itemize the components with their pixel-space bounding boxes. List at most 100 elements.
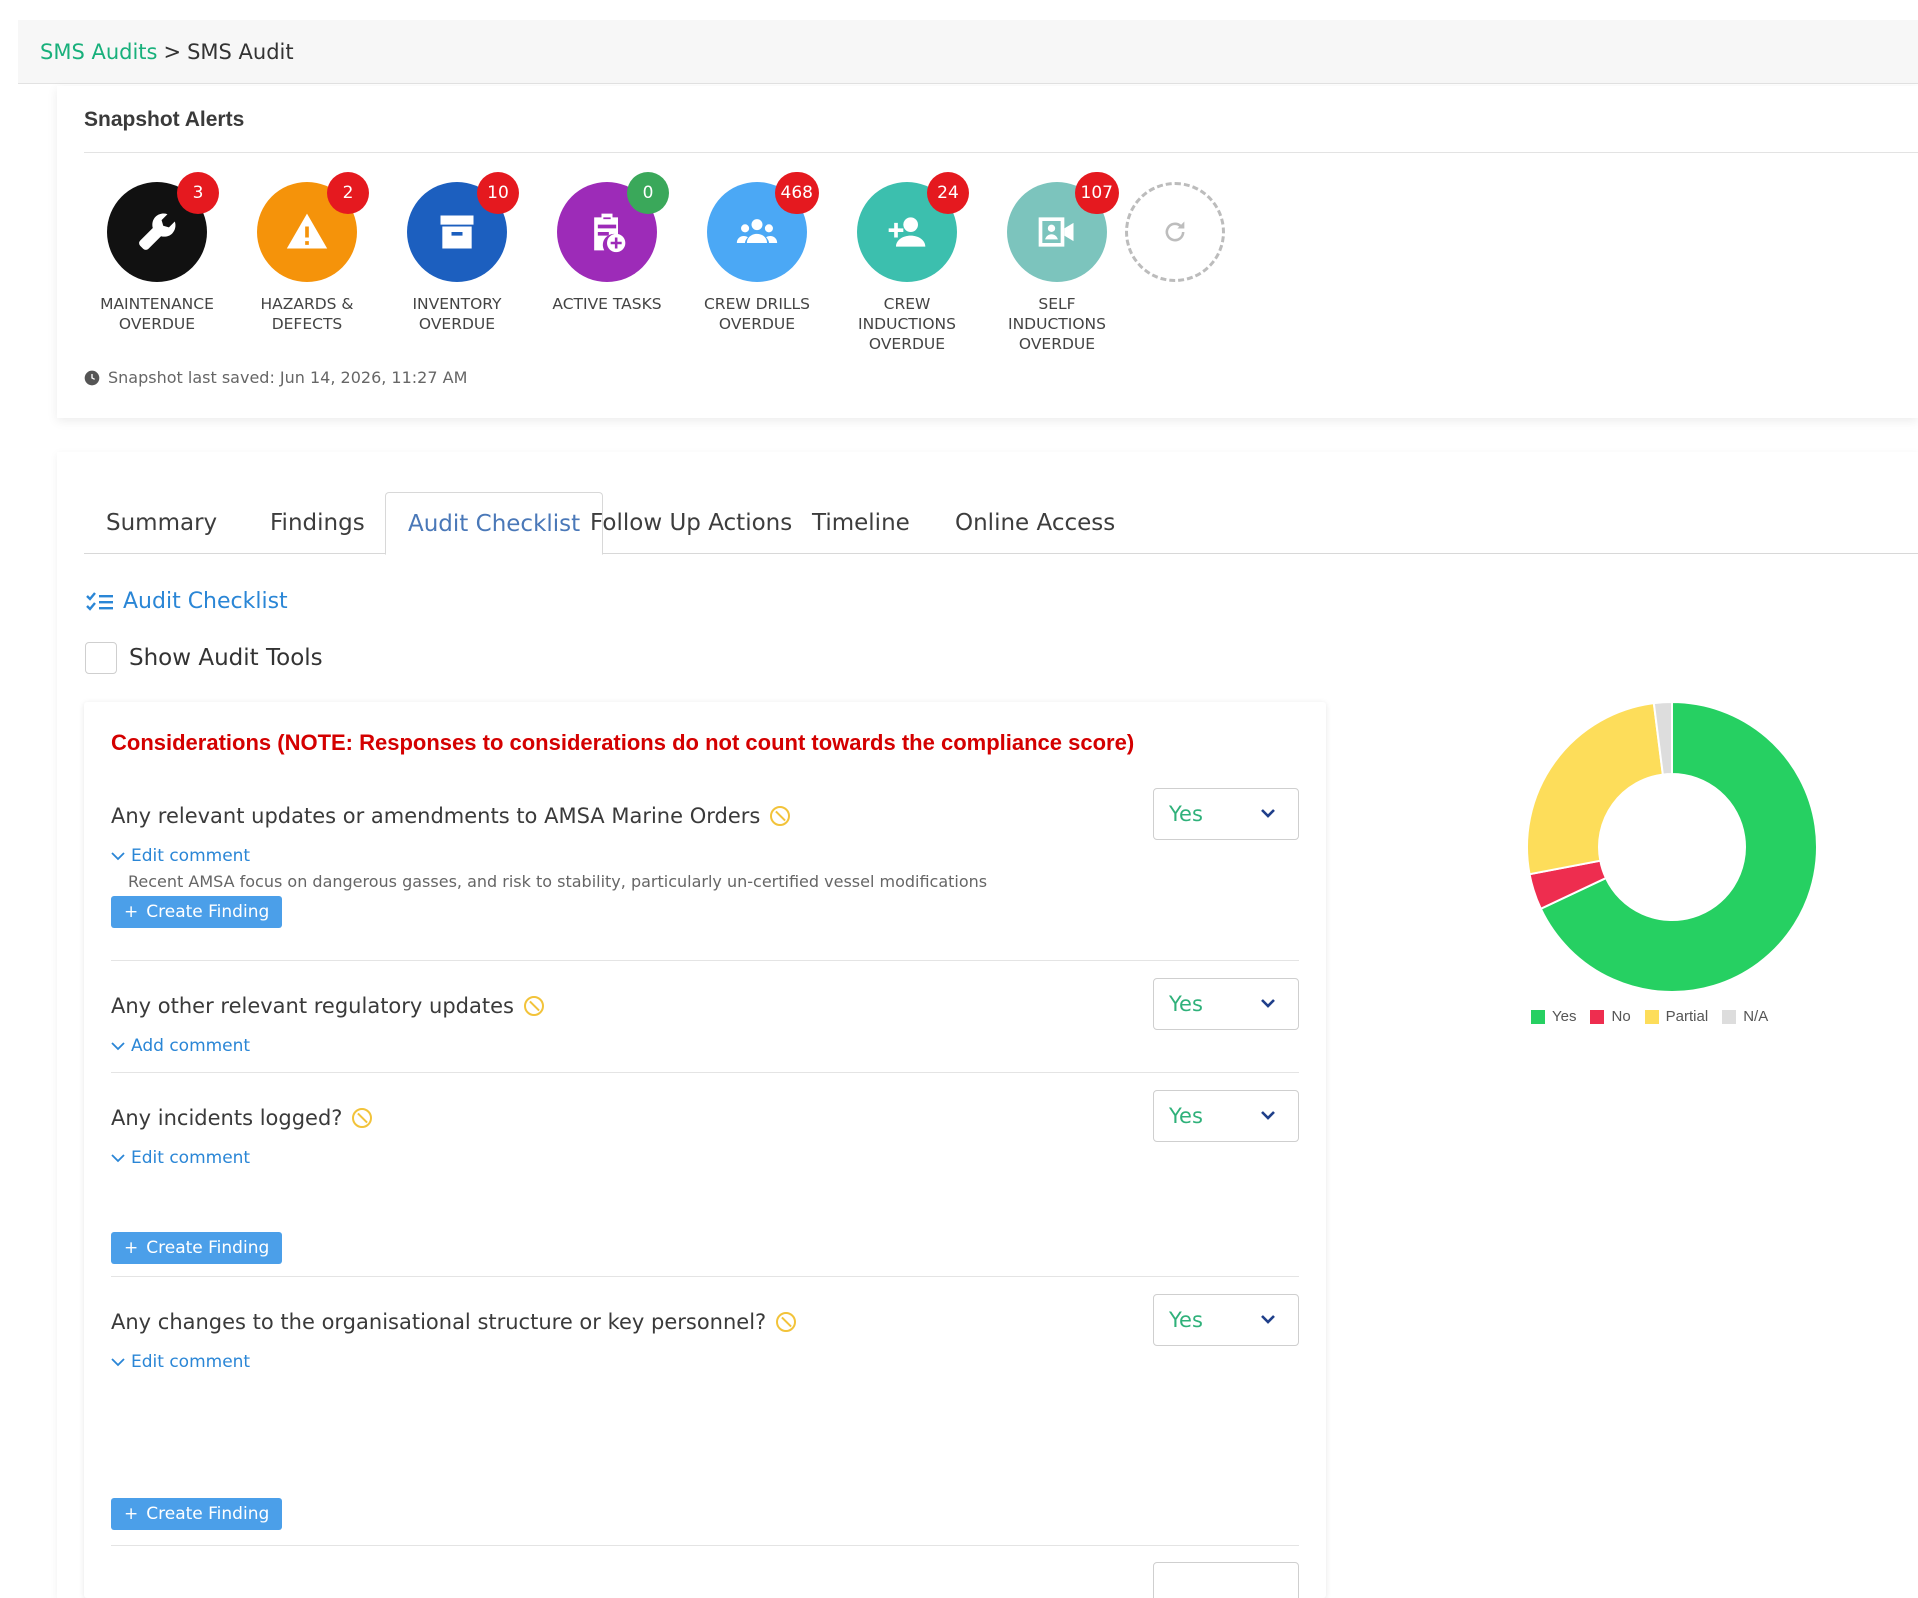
edit-comment-link[interactable]: Edit comment xyxy=(111,1148,250,1168)
alert-circle[interactable]: 468 xyxy=(707,172,819,282)
tab-timeline[interactable]: Timeline xyxy=(790,492,932,554)
item-divider xyxy=(111,1072,1299,1073)
alert-count-badge: 10 xyxy=(477,172,519,214)
alert-circle[interactable]: 24 xyxy=(857,172,969,282)
breadcrumb-link-sms-audits[interactable]: SMS Audits xyxy=(40,40,157,64)
legend-item-partial[interactable]: Partial xyxy=(1644,1008,1709,1025)
tab-findings[interactable]: Findings xyxy=(248,492,387,554)
alert-crew-inductions-overdue[interactable]: 24 CREW INDUCTIONS OVERDUE xyxy=(833,172,981,354)
snapshot-title: Snapshot Alerts xyxy=(84,108,245,131)
donut-slice-partial[interactable] xyxy=(1526,702,1664,876)
alert-label-line: OVERDUE xyxy=(868,335,946,353)
chevron-down-icon xyxy=(1261,1111,1275,1120)
alert-maintenance-overdue[interactable]: 3 MAINTENANCE OVERDUE xyxy=(83,172,231,334)
item-divider xyxy=(111,1276,1299,1277)
alert-label-line: CREW DRILLS xyxy=(703,295,811,313)
alert-label-line: SELF xyxy=(1038,295,1076,313)
create-finding-button[interactable]: + Create Finding xyxy=(111,1498,283,1530)
alert-self-inductions-overdue[interactable]: 107 SELF INDUCTIONS OVERDUE xyxy=(983,172,1131,354)
show-audit-tools[interactable]: Show Audit Tools xyxy=(85,642,323,674)
comment-link-label: Edit comment xyxy=(131,1352,251,1372)
alert-count-badge: 24 xyxy=(927,172,969,214)
legend-swatch xyxy=(1644,1009,1659,1024)
legend-label: Yes xyxy=(1552,1008,1577,1025)
alert-circle[interactable]: 107 xyxy=(1007,172,1119,282)
refresh-snapshot-button[interactable] xyxy=(1125,182,1225,282)
answer-value: Yes xyxy=(1169,992,1203,1016)
alert-inventory-overdue[interactable]: 10 INVENTORY OVERDUE xyxy=(383,172,531,334)
considerations-title: Considerations (NOTE: Responses to consi… xyxy=(111,730,1135,755)
alert-label: ACTIVE TASKS xyxy=(533,294,681,314)
breadcrumb: SMS Audits > SMS Audit xyxy=(18,20,1918,84)
edit-comment-link[interactable]: Edit comment xyxy=(111,846,250,866)
question: Any incidents logged? xyxy=(111,1106,373,1130)
legend-item-yes[interactable]: Yes xyxy=(1531,1008,1576,1025)
legend-item-na[interactable]: N/A xyxy=(1722,1008,1768,1025)
tab-summary[interactable]: Summary xyxy=(84,492,239,554)
refresh-icon xyxy=(1165,221,1185,242)
group-icon xyxy=(736,219,778,243)
create-finding-label: Create Finding xyxy=(146,1238,270,1258)
chevron-down-icon xyxy=(1261,1315,1275,1324)
alert-circle[interactable]: 0 xyxy=(557,172,669,282)
alert-label: INVENTORY OVERDUE xyxy=(383,294,531,334)
answer-select[interactable] xyxy=(1153,1562,1299,1598)
answer-value: Yes xyxy=(1169,802,1203,826)
alert-label-line: ACTIVE TASKS xyxy=(552,295,662,313)
alert-label-line: OVERDUE xyxy=(118,315,196,333)
create-finding-label: Create Finding xyxy=(146,1504,270,1524)
alert-active-tasks[interactable]: 0 ACTIVE TASKS xyxy=(533,172,681,314)
not-applicable-icon xyxy=(523,996,544,1016)
checklist-item: Any changes to the organisational struct… xyxy=(111,1294,1299,1534)
comment-link-label: Add comment xyxy=(131,1036,251,1056)
alert-circle[interactable]: 3 xyxy=(107,172,219,282)
alert-count-badge: 2 xyxy=(327,172,369,214)
warning-icon xyxy=(286,213,328,249)
chevron-down-icon xyxy=(111,1154,125,1163)
snapshot-divider xyxy=(84,152,1918,153)
checklist-item: Any incidents logged? Yes Edit comment +… xyxy=(111,1090,1299,1270)
alert-count-badge: 0 xyxy=(627,172,669,214)
donut-svg xyxy=(1526,700,1818,993)
answer-select[interactable]: Yes xyxy=(1153,978,1299,1030)
legend-label: Partial xyxy=(1665,1008,1709,1025)
breadcrumb-separator: > xyxy=(163,39,182,64)
alert-label-line: INDUCTIONS xyxy=(1008,315,1106,333)
alert-count-badge: 107 xyxy=(1074,172,1119,214)
question-text: Any relevant updates or amendments to AM… xyxy=(111,804,761,828)
alert-circle[interactable]: 2 xyxy=(257,172,369,282)
legend-label: N/A xyxy=(1743,1008,1769,1025)
alert-count-badge: 3 xyxy=(177,172,219,214)
alert-label-line: INVENTORY xyxy=(412,295,502,313)
clock-icon xyxy=(84,370,100,385)
chevron-down-icon xyxy=(111,1358,125,1367)
show-audit-tools-checkbox[interactable] xyxy=(85,642,117,674)
snapshot-alerts-card: Snapshot Alerts 3 MAINTENANCE OVERDUE 2 … xyxy=(57,86,1918,418)
edit-comment-link[interactable]: Edit comment xyxy=(111,1352,250,1372)
wrench-icon xyxy=(139,213,176,250)
archive-icon xyxy=(440,215,474,249)
alert-circle[interactable]: 10 xyxy=(407,172,519,282)
alert-hazards-defects[interactable]: 2 HAZARDS & DEFECTS xyxy=(233,172,381,334)
legend-swatch xyxy=(1531,1009,1545,1024)
tab-follow-up-actions[interactable]: Follow Up Actions xyxy=(568,492,814,554)
alert-count-badge: 468 xyxy=(774,172,819,214)
alert-label-line: MAINTENANCE xyxy=(100,295,214,313)
add-comment-link[interactable]: Add comment xyxy=(111,1036,250,1056)
comment-text: Recent AMSA focus on dangerous gasses, a… xyxy=(128,872,988,891)
answer-select[interactable]: Yes xyxy=(1153,788,1299,840)
plus-icon: + xyxy=(124,1238,139,1258)
tab-bar: Summary Findings Audit Checklist Follow … xyxy=(84,492,1918,555)
legend-item-no[interactable]: No xyxy=(1590,1008,1631,1025)
answer-select[interactable]: Yes xyxy=(1153,1090,1299,1142)
alert-label-line: HAZARDS & xyxy=(260,295,354,313)
create-finding-button[interactable]: + Create Finding xyxy=(111,1232,283,1264)
create-finding-button[interactable]: + Create Finding xyxy=(111,896,283,928)
tab-online-access[interactable]: Online Access xyxy=(933,492,1137,554)
alert-crew-drills-overdue[interactable]: 468 CREW DRILLS OVERDUE xyxy=(683,172,831,334)
snapshot-saved-text: Snapshot last saved: Jun 14, 2026, 11:27… xyxy=(108,368,468,387)
chart-legend: Yes No Partial N/A xyxy=(1531,1008,1768,1025)
checklist-item: Any relevant updates or amendments to AM… xyxy=(111,788,1299,938)
checklist-icon xyxy=(86,591,113,611)
answer-select[interactable]: Yes xyxy=(1153,1294,1299,1346)
